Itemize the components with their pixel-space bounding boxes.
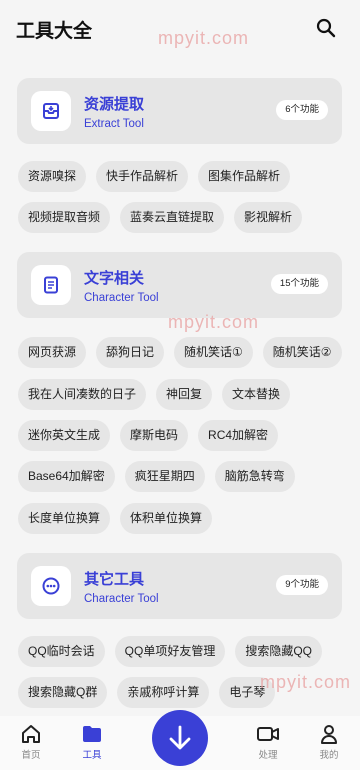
app-header: 工具大全 [0, 0, 360, 56]
chip-row: 资源嗅探 快手作品解析 图集作品解析 [18, 161, 291, 192]
tool-chip[interactable]: RC4加解密 [198, 420, 279, 451]
chip-row: 网页获源 舔狗日记 随机笑话① 随机笑话② [18, 337, 342, 368]
tool-chip[interactable]: 资源嗅探 [18, 161, 87, 192]
person-icon [309, 722, 349, 746]
tool-chip[interactable]: 视频提取音频 [18, 202, 111, 233]
tool-chip[interactable]: 快手作品解析 [96, 161, 189, 192]
video-camera-icon [248, 722, 288, 746]
tool-chip[interactable]: 迷你英文生成 [18, 420, 111, 451]
tool-chip[interactable]: 搜索隐藏Q群 [18, 677, 108, 708]
tool-chip[interactable]: 文本替换 [222, 379, 291, 410]
section-title: 文字相关 [84, 270, 145, 287]
download-arrow-icon [169, 725, 191, 750]
chip-row: Base64加解密 疯狂星期四 脑筋急转弯 [18, 461, 295, 492]
section-title: 其它工具 [84, 571, 145, 588]
tab-mine[interactable]: 我的 [309, 722, 349, 761]
section-subtitle: Character Tool [84, 292, 159, 304]
tool-chip[interactable]: 摩斯电码 [120, 420, 189, 451]
chip-row: 长度单位换算 体积单位换算 [18, 503, 213, 534]
section-subtitle: Character Tool [84, 593, 159, 605]
tool-chip[interactable]: 脑筋急转弯 [214, 461, 295, 492]
tool-chip[interactable]: 电子琴 [219, 677, 276, 708]
document-icon [31, 265, 71, 305]
tool-chip[interactable]: 长度单位换算 [18, 503, 111, 534]
tool-chip[interactable]: 舔狗日记 [96, 337, 165, 368]
tool-chip[interactable]: 影视解析 [234, 202, 303, 233]
section-card-character[interactable]: 文字相关 Character Tool 15个功能 [17, 252, 342, 318]
section-title: 资源提取 [84, 96, 145, 113]
folder-icon [72, 722, 112, 746]
home-icon [11, 722, 51, 746]
tool-chip[interactable]: QQ临时会话 [18, 636, 105, 667]
tool-chip[interactable]: 我在人间凑数的日子 [18, 379, 147, 410]
tab-home[interactable]: 首页 [11, 722, 51, 761]
chip-row: 搜索隐藏Q群 亲戚称呼计算 电子琴 [18, 677, 276, 708]
tab-label: 工具 [82, 750, 102, 761]
chip-row: 我在人间凑数的日子 神回复 文本替换 [18, 379, 291, 410]
tool-chip[interactable]: 随机笑话② [262, 337, 342, 368]
tool-chip[interactable]: 蓝奏云直链提取 [120, 202, 225, 233]
feature-count-badge: 9个功能 [276, 575, 328, 595]
feature-count-badge: 15个功能 [270, 274, 328, 294]
tool-chip[interactable]: 搜索隐藏QQ [235, 636, 323, 667]
tool-chip[interactable]: 随机笑话① [174, 337, 253, 368]
section-card-other[interactable]: 其它工具 Character Tool 9个功能 [17, 553, 342, 619]
tab-label: 首页 [21, 750, 41, 761]
tool-chip[interactable]: Base64加解密 [18, 461, 115, 492]
tool-chip[interactable]: 亲戚称呼计算 [117, 677, 210, 708]
tool-chip[interactable]: 体积单位换算 [120, 503, 213, 534]
tool-chip[interactable]: 神回复 [156, 379, 213, 410]
tool-chip[interactable]: 图集作品解析 [198, 161, 291, 192]
chip-row: QQ临时会话 QQ单项好友管理 搜索隐藏QQ [18, 636, 323, 667]
page-title: 工具大全 [16, 21, 93, 42]
archive-icon [31, 91, 71, 131]
tab-label: 我的 [319, 750, 339, 761]
tool-chip[interactable]: 疯狂星期四 [124, 461, 205, 492]
tab-tools[interactable]: 工具 [72, 722, 112, 761]
tool-list: 资源提取 Extract Tool 6个功能 资源嗅探 快手作品解析 图集作品解… [0, 0, 360, 770]
section-subtitle: Extract Tool [84, 118, 144, 130]
chip-row: 迷你英文生成 摩斯电码 RC4加解密 [18, 420, 279, 451]
more-icon [31, 566, 71, 606]
search-icon[interactable] [314, 16, 338, 40]
tool-chip[interactable]: 网页获源 [18, 337, 87, 368]
tool-chip[interactable]: QQ单项好友管理 [114, 636, 226, 667]
section-card-extract[interactable]: 资源提取 Extract Tool 6个功能 [17, 78, 342, 144]
tab-label: 处理 [258, 750, 278, 761]
download-fab-button[interactable] [152, 710, 208, 766]
chip-row: 视频提取音频 蓝奏云直链提取 影视解析 [18, 202, 303, 233]
tab-process[interactable]: 处理 [248, 722, 288, 761]
feature-count-badge: 6个功能 [276, 100, 328, 120]
